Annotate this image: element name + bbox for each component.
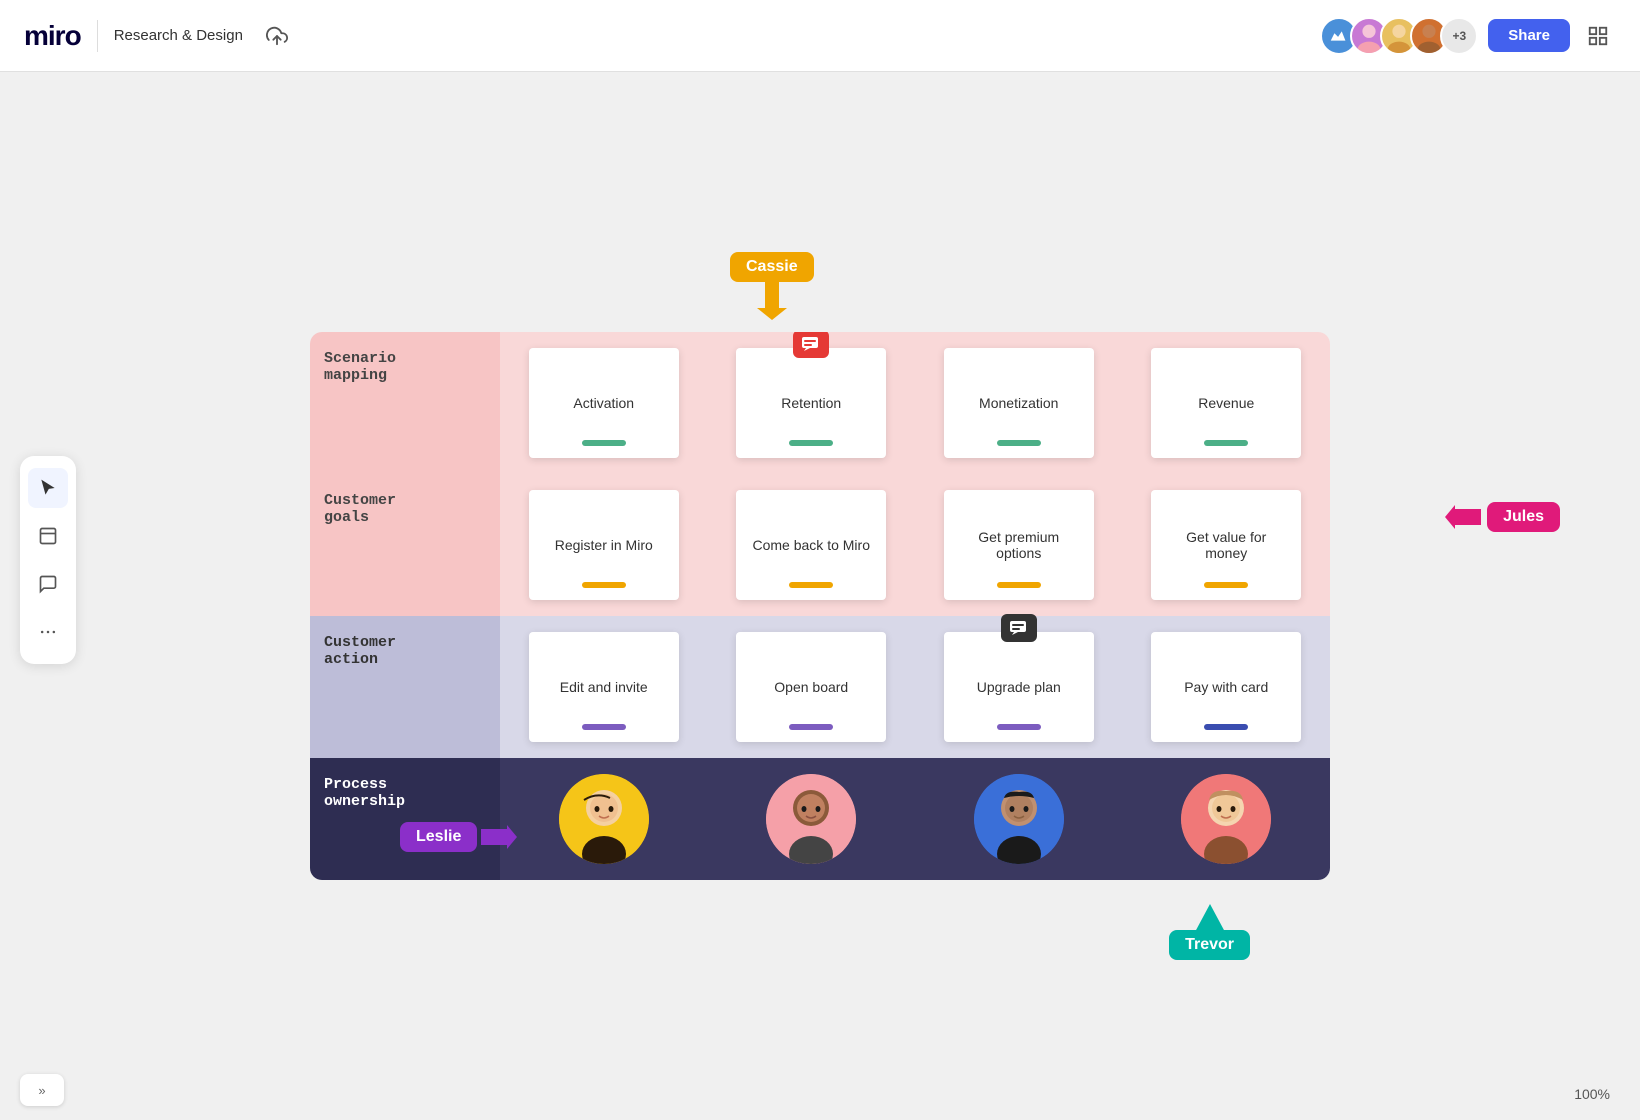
divider (97, 20, 98, 52)
sticky-come-back[interactable]: Come back to Miro (736, 490, 886, 600)
cell-value: Get value for money (1123, 474, 1331, 616)
sticky-value[interactable]: Get value for money (1151, 490, 1301, 600)
cell-come-back: Come back to Miro (708, 474, 916, 616)
more-tool[interactable] (28, 612, 68, 652)
sticky-register[interactable]: Register in Miro (529, 490, 679, 600)
sticky-value-text: Get value for money (1163, 529, 1289, 561)
row-header-customer-action: Customeraction (310, 616, 500, 758)
upload-button[interactable] (259, 18, 295, 54)
sticky-premium-bar (997, 582, 1041, 588)
cell-owner-3 (915, 758, 1123, 880)
board-title: Research & Design (114, 27, 243, 44)
sticky-upgrade[interactable]: Upgrade plan (944, 632, 1094, 742)
sticky-revenue-text: Revenue (1198, 395, 1254, 411)
cell-upgrade: Upgrade plan (915, 616, 1123, 758)
scenario-grid: Scenariomapping Activation Retention (310, 332, 1330, 880)
sticky-edit-invite-text: Edit and invite (560, 679, 648, 695)
share-button[interactable]: Share (1488, 19, 1570, 52)
sticky-open-board[interactable]: Open board (736, 632, 886, 742)
collapse-button[interactable]: » (20, 1074, 64, 1106)
sticky-activation[interactable]: Activation (529, 348, 679, 458)
sticky-monetization-bar (997, 440, 1041, 446)
cursor-tool[interactable] (28, 468, 68, 508)
owner-avatar-2 (766, 774, 856, 864)
owner-avatar-3 (974, 774, 1064, 864)
sticky-come-back-bar (789, 582, 833, 588)
sticky-edit-invite-bar (582, 724, 626, 730)
trevor-label: Trevor (1169, 930, 1250, 960)
sticky-premium-text: Get premium options (956, 529, 1082, 561)
owner-avatar-4 (1181, 774, 1271, 864)
cell-activation: Activation (500, 332, 708, 474)
sticky-edit-invite[interactable]: Edit and invite (529, 632, 679, 742)
cell-owner-2 (708, 758, 916, 880)
cell-monetization: Monetization (915, 332, 1123, 474)
sticky-revenue-bar (1204, 440, 1248, 446)
cell-pay: Pay with card (1123, 616, 1331, 758)
board: Cassie Jules Leslie (310, 332, 1330, 880)
cell-open-board: Open board (708, 616, 916, 758)
cell-register: Register in Miro (500, 474, 708, 616)
owner-avatar-1 (559, 774, 649, 864)
jules-label: Jules (1487, 502, 1560, 532)
cell-premium: Get premium options (915, 474, 1123, 616)
canvas: Cassie Jules Leslie (0, 72, 1640, 1120)
sticky-retention[interactable]: Retention (736, 348, 886, 458)
comment-tool[interactable] (28, 564, 68, 604)
row-header-customer-goals: Customergoals (310, 474, 500, 616)
avatar-group: +3 (1320, 17, 1478, 55)
cell-retention: Retention (708, 332, 916, 474)
sticky-come-back-text: Come back to Miro (753, 537, 870, 553)
cassie-label: Cassie (730, 252, 814, 282)
sticky-monetization[interactable]: Monetization (944, 348, 1094, 458)
sticky-pay-bar (1204, 724, 1248, 730)
cassie-cursor: Cassie (730, 252, 814, 320)
cell-owner-1 (500, 758, 708, 880)
sticky-pay-text: Pay with card (1184, 679, 1268, 695)
upgrade-chat-icon (1001, 614, 1037, 642)
leslie-label: Leslie (400, 822, 477, 852)
jules-cursor: Jules (1445, 502, 1560, 532)
sticky-register-text: Register in Miro (555, 537, 653, 553)
trevor-cursor: Trevor (1169, 904, 1250, 960)
topbar: miro Research & Design + (0, 0, 1640, 72)
sticky-open-board-text: Open board (774, 679, 848, 695)
leslie-cursor: Leslie (400, 822, 517, 852)
avatar-more-badge[interactable]: +3 (1440, 17, 1478, 55)
sticky-retention-text: Retention (781, 395, 841, 411)
sticky-note-tool[interactable] (28, 516, 68, 556)
sticky-value-bar (1204, 582, 1248, 588)
miro-logo: miro (24, 20, 81, 52)
sticky-upgrade-text: Upgrade plan (977, 679, 1061, 695)
sticky-activation-text: Activation (573, 395, 634, 411)
sticky-register-bar (582, 582, 626, 588)
retention-chat-icon (793, 332, 829, 358)
left-toolbar (20, 456, 76, 664)
sticky-upgrade-bar (997, 724, 1041, 730)
sticky-retention-bar (789, 440, 833, 446)
sticky-activation-bar (582, 440, 626, 446)
sticky-monetization-text: Monetization (979, 395, 1058, 411)
row-header-scenario: Scenariomapping (310, 332, 500, 474)
zoom-indicator: 100% (1574, 1086, 1610, 1102)
topbar-right: +3 Share (1320, 17, 1616, 55)
cell-revenue: Revenue (1123, 332, 1331, 474)
sticky-premium[interactable]: Get premium options (944, 490, 1094, 600)
sticky-revenue[interactable]: Revenue (1151, 348, 1301, 458)
sticky-open-board-bar (789, 724, 833, 730)
row-header-process: Processownership (310, 758, 500, 880)
cell-owner-4 (1123, 758, 1331, 880)
menu-icon[interactable] (1580, 18, 1616, 54)
sticky-pay[interactable]: Pay with card (1151, 632, 1301, 742)
cell-edit-invite: Edit and invite (500, 616, 708, 758)
